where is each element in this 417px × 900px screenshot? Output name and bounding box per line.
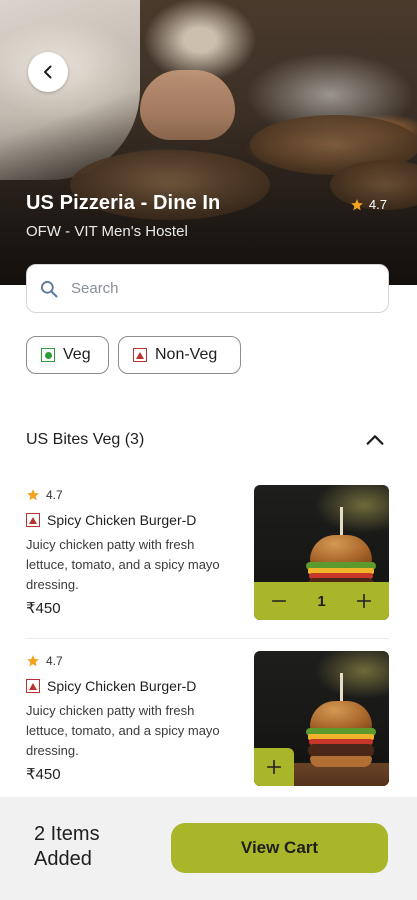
minus-icon — [271, 600, 287, 602]
restaurant-location: OFW - VIT Men's Hostel — [26, 223, 188, 240]
filter-nonveg-label: Non-Veg — [155, 346, 218, 363]
item-rating: 4.7 — [26, 488, 63, 502]
increase-quantity-button[interactable] — [353, 590, 375, 612]
veg-indicator-icon — [41, 348, 55, 362]
hero-overlay — [0, 0, 417, 285]
item-price: ₹450 — [26, 600, 61, 617]
nonveg-indicator-icon — [26, 679, 40, 693]
nonveg-indicator-icon — [133, 348, 147, 362]
restaurant-hero-image: US Pizzeria - Dine In OFW - VIT Men's Ho… — [0, 0, 417, 285]
item-title: Spicy Chicken Burger-D — [26, 678, 196, 694]
item-name: Spicy Chicken Burger-D — [47, 512, 197, 528]
search-icon — [41, 280, 58, 297]
plus-icon — [266, 759, 282, 775]
filter-veg-label: Veg — [63, 346, 91, 363]
section-title: US Bites Veg (3) — [26, 431, 145, 448]
item-description: Juicy chicken patty with fresh lettuce, … — [26, 703, 220, 758]
restaurant-name: US Pizzeria - Dine In — [26, 192, 221, 214]
back-button[interactable] — [28, 52, 68, 92]
decrease-quantity-button[interactable] — [268, 590, 290, 612]
view-cart-button[interactable]: View Cart — [171, 823, 388, 873]
plus-icon — [356, 593, 372, 609]
menu-section-header[interactable]: US Bites Veg (3) — [26, 420, 389, 460]
restaurant-rating-value: 4.7 — [368, 197, 387, 212]
menu-item[interactable]: 4.7 Spicy Chicken Burger-D Juicy chicken… — [26, 485, 389, 620]
search-input[interactable] — [71, 280, 351, 297]
search-bar[interactable] — [26, 264, 389, 313]
burger-image: 1 — [254, 485, 389, 620]
item-name: Spicy Chicken Burger-D — [47, 678, 197, 694]
menu-item[interactable]: 4.7 Spicy Chicken Burger-D Juicy chicken… — [26, 651, 389, 786]
filter-nonveg-button[interactable]: Non-Veg — [118, 336, 241, 374]
item-rating: 4.7 — [26, 654, 63, 668]
cart-bar: 2 Items Added View Cart — [0, 797, 417, 900]
item-rating-value: 4.7 — [46, 488, 63, 502]
item-title: Spicy Chicken Burger-D — [26, 512, 196, 528]
restaurant-rating: 4.7 — [350, 197, 387, 212]
burger-image — [254, 651, 389, 786]
chevron-up-icon — [366, 435, 384, 445]
nonveg-indicator-icon — [26, 513, 40, 527]
item-rating-value: 4.7 — [46, 654, 63, 668]
item-price: ₹450 — [26, 766, 61, 783]
quantity-stepper[interactable]: 1 — [254, 582, 389, 620]
star-icon — [27, 489, 39, 501]
chevron-left-icon — [44, 65, 52, 79]
star-icon — [351, 198, 363, 210]
cart-items-count: 2 Items Added — [34, 823, 100, 870]
item-description: Juicy chicken patty with fresh lettuce, … — [26, 537, 220, 592]
filter-veg-button[interactable]: Veg — [26, 336, 109, 374]
add-item-button[interactable] — [254, 748, 294, 786]
star-icon — [27, 655, 39, 667]
quantity-value: 1 — [317, 592, 326, 610]
item-divider — [26, 638, 389, 639]
section-collapse-toggle[interactable] — [361, 426, 389, 454]
